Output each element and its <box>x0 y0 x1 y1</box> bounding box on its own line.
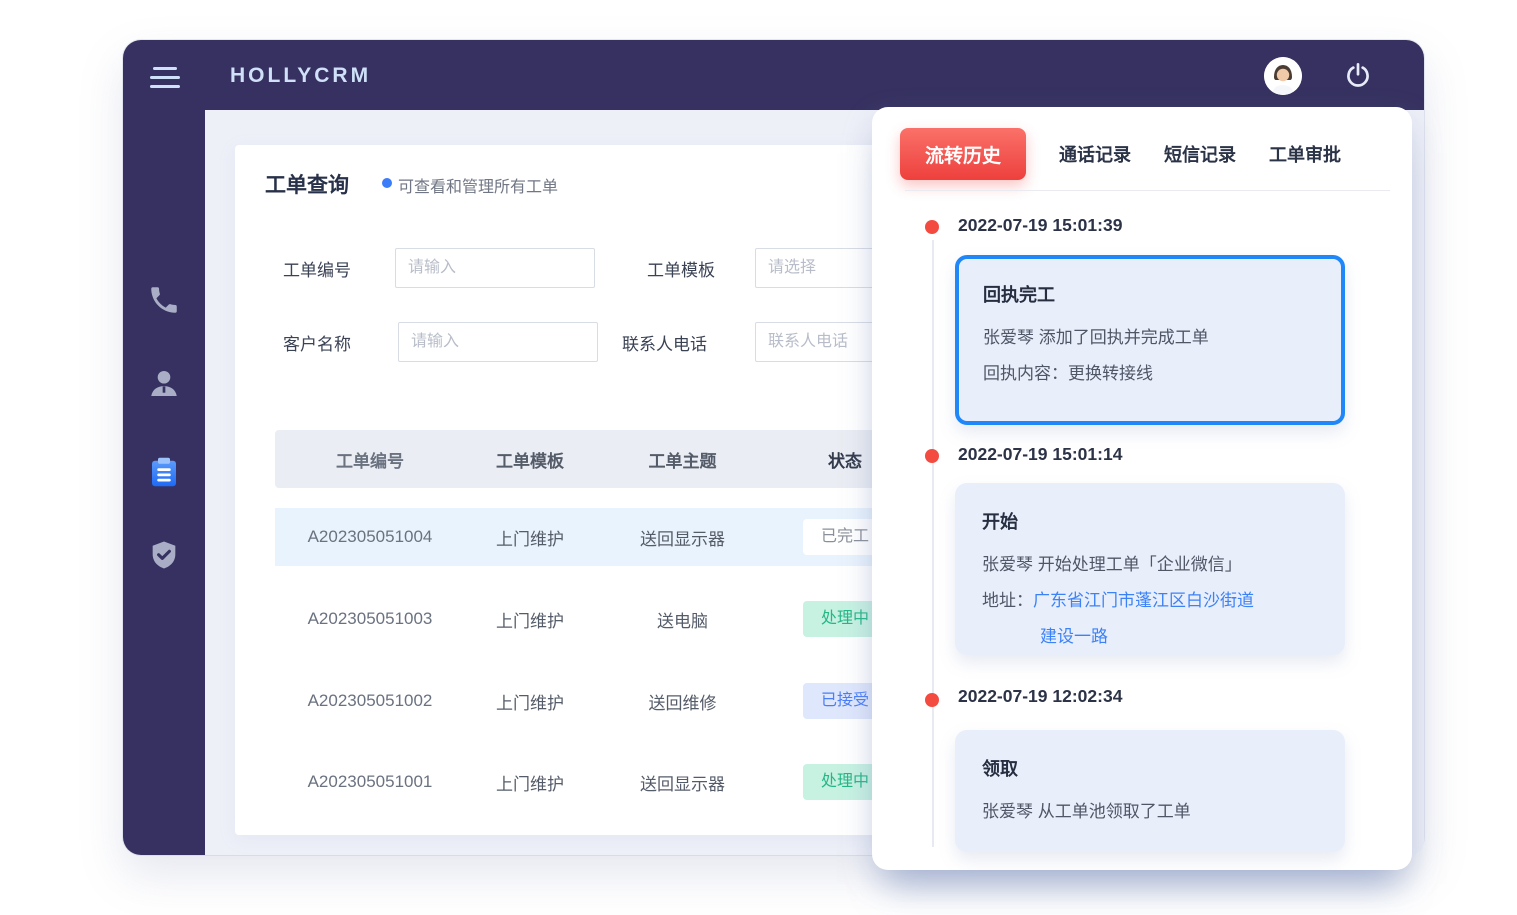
col-header-subject: 工单主题 <box>595 447 770 472</box>
filter-label-order-id: 工单编号 <box>283 256 351 281</box>
timeline-card-start[interactable]: 开始 张爱琴 开始处理工单「企业微信」 地址：广东省江门市蓬江区白沙街道建设一路 <box>955 483 1345 655</box>
brand-logo: HOLLYCRM <box>230 64 371 88</box>
customer-name-input[interactable] <box>398 322 598 362</box>
phone-icon <box>147 283 181 317</box>
cell-order-id: A202305051003 <box>275 609 465 629</box>
filter-label-template: 工单模板 <box>647 256 715 281</box>
cell-order-id: A202305051001 <box>275 772 465 792</box>
timeline-card-completed[interactable]: 回执完工 张爱琴 添加了回执并完成工单 回执内容：更换转接线 <box>955 255 1345 425</box>
hamburger-menu-icon[interactable] <box>150 67 182 93</box>
address-link[interactable]: 广东省江门市蓬江区白沙街道 <box>1033 591 1254 610</box>
cell-subject: 送回维修 <box>595 689 770 714</box>
timeline-card-line: 张爱琴 添加了回执并完成工单 <box>983 320 1317 356</box>
tab-circulation-history[interactable]: 流转历史 <box>900 128 1026 180</box>
tabs-divider <box>905 190 1390 191</box>
timeline-timestamp: 2022-07-19 15:01:39 <box>958 215 1122 236</box>
user-icon <box>146 366 182 402</box>
avatar[interactable] <box>1264 57 1302 95</box>
timeline-dot <box>925 220 939 234</box>
cell-template: 上门维护 <box>465 770 595 795</box>
page-title: 工单查询 <box>265 169 349 199</box>
cell-order-id: A202305051002 <box>275 691 465 711</box>
timeline-card-line: 张爱琴 开始处理工单「企业微信」 <box>982 547 1318 583</box>
col-header-order-id: 工单编号 <box>275 447 465 472</box>
tab-workorder-approval[interactable]: 工单审批 <box>1269 141 1341 167</box>
shield-check-icon <box>147 538 181 572</box>
timeline-card-line: 回执内容：更换转接线 <box>983 356 1317 392</box>
cell-subject: 送电脑 <box>595 607 770 632</box>
app-header: HOLLYCRM <box>123 40 1424 110</box>
sidebar <box>123 110 205 855</box>
timeline-card-title: 开始 <box>982 508 1318 534</box>
filter-label-contact-phone: 联系人电话 <box>622 330 707 355</box>
sidebar-item-customers[interactable] <box>123 362 205 406</box>
filter-label-customer: 客户名称 <box>283 330 351 355</box>
order-id-input[interactable] <box>395 248 595 288</box>
clipboard-icon <box>146 454 182 490</box>
timeline-timestamp: 2022-07-19 15:01:14 <box>958 444 1122 465</box>
timeline-line <box>932 240 934 847</box>
sidebar-item-workorders[interactable] <box>123 450 205 494</box>
cell-template: 上门维护 <box>465 689 595 714</box>
timeline-dot <box>925 449 939 463</box>
address-label: 地址： <box>982 591 1033 610</box>
tab-sms-records[interactable]: 短信记录 <box>1164 141 1236 167</box>
title-dot <box>382 178 392 188</box>
timeline-card-title: 领取 <box>982 755 1318 781</box>
col-header-template: 工单模板 <box>465 447 595 472</box>
sidebar-item-calls[interactable] <box>123 278 205 322</box>
tab-call-records[interactable]: 通话记录 <box>1059 141 1131 167</box>
sidebar-item-quality[interactable] <box>123 533 205 577</box>
cell-template: 上门维护 <box>465 607 595 632</box>
timeline-card-claim[interactable]: 领取 张爱琴 从工单池领取了工单 <box>955 730 1345 852</box>
cell-subject: 送回显示器 <box>595 770 770 795</box>
timeline-timestamp: 2022-07-19 12:02:34 <box>958 686 1122 707</box>
address-link[interactable]: 建设一路 <box>1040 619 1318 655</box>
cell-subject: 送回显示器 <box>595 525 770 550</box>
history-panel: 流转历史 通话记录 短信记录 工单审批 2022-07-19 15:01:39 … <box>872 107 1412 870</box>
timeline-card-address: 地址：广东省江门市蓬江区白沙街道建设一路 <box>982 583 1318 655</box>
page-subtitle: 可查看和管理所有工单 <box>398 173 558 197</box>
timeline-card-title: 回执完工 <box>983 281 1317 307</box>
power-icon[interactable] <box>1344 62 1372 90</box>
timeline-dot <box>925 693 939 707</box>
timeline-card-line: 张爱琴 从工单池领取了工单 <box>982 794 1318 830</box>
cell-template: 上门维护 <box>465 525 595 550</box>
panel-tabs: 流转历史 通话记录 短信记录 工单审批 <box>900 128 1392 180</box>
cell-order-id: A202305051004 <box>275 527 465 547</box>
